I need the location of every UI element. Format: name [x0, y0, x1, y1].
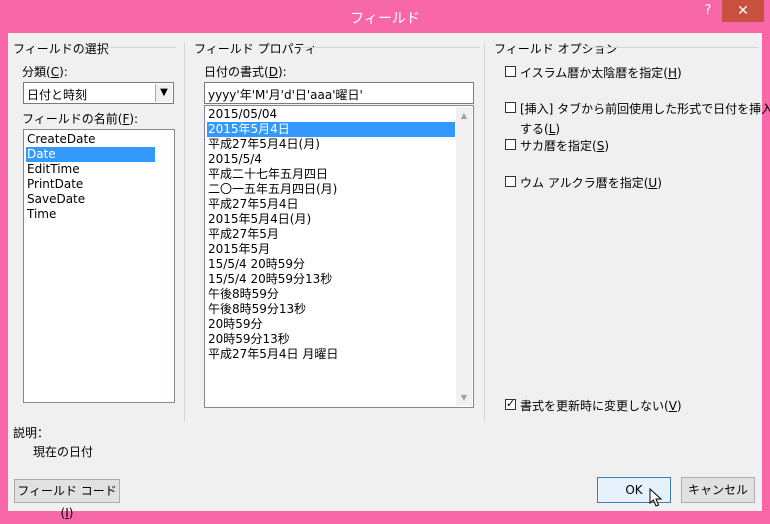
insert-tab-format-label[interactable]: [挿入] タブから前回使用した形式で日付を挿入 する(L) — [520, 100, 770, 137]
date-format-value: yyyy'年'M'月'd'日'aaa'曜日' — [208, 88, 363, 102]
format-list-scrollbar[interactable]: ▲ ▼ — [456, 107, 472, 406]
section-divider-left — [184, 43, 185, 421]
date-format-input[interactable]: yyyy'年'M'月'd'日'aaa'曜日' — [204, 82, 474, 104]
chevron-down-icon[interactable]: ▼ — [155, 84, 172, 102]
help-button[interactable]: ? — [694, 0, 722, 22]
category-selected-value: 日付と時刻 — [27, 88, 88, 102]
format-item[interactable]: 20時59分 — [207, 317, 263, 332]
category-label: 分類(C): — [22, 65, 68, 79]
scroll-down-icon[interactable]: ▼ — [456, 389, 472, 406]
scroll-up-icon[interactable]: ▲ — [456, 107, 472, 124]
umm-al-qura-checkbox[interactable] — [505, 176, 516, 187]
field-dialog: フィールド ? ✕ フィールドの選択 分類(C): 日付と時刻 ▼ フィールドの… — [0, 0, 770, 520]
field-code-button[interactable]: フィールド コード(I) — [14, 479, 120, 520]
umm-al-qura-label[interactable]: ウム アルクラ暦を指定(U) — [520, 174, 662, 191]
field-options-divider — [588, 47, 758, 48]
format-item[interactable]: 2015/5/4 — [207, 152, 262, 167]
format-item[interactable]: 15/5/4 20時59分13秒 — [207, 272, 332, 287]
field-select-divider — [104, 47, 176, 48]
close-button[interactable]: ✕ — [722, 0, 764, 22]
preserve-format-checkbox[interactable] — [505, 397, 516, 410]
format-item[interactable]: 平成27年5月4日 月曜日 — [207, 347, 338, 362]
cancel-button[interactable]: キャンセル — [681, 477, 755, 503]
date-format-list[interactable]: 2015/05/04 2015年5月4日 平成27年5月4日(月) 2015/5… — [204, 105, 474, 408]
format-item[interactable]: 20時59分13秒 — [207, 332, 290, 347]
description-text: 現在の日付 — [33, 445, 94, 459]
field-name-item-savedate[interactable]: SaveDate — [26, 192, 85, 207]
field-select-group-title: フィールドの選択 — [13, 42, 109, 56]
category-select[interactable]: 日付と時刻 ▼ — [23, 82, 174, 104]
saka-calendar-label[interactable]: サカ暦を指定(S) — [520, 137, 609, 154]
field-name-item-edittime[interactable]: EditTime — [26, 162, 80, 177]
field-names-list[interactable]: CreateDate Date EditTime PrintDate SaveD… — [23, 129, 175, 403]
format-item[interactable]: 平成27年5月4日(月) — [207, 137, 320, 152]
field-name-item-createdate[interactable]: CreateDate — [26, 132, 96, 147]
format-item[interactable]: 2015年5月4日(月) — [207, 212, 311, 227]
format-item[interactable]: 2015年5月 — [207, 242, 270, 257]
field-properties-group-title: フィールド プロパティ — [194, 42, 317, 56]
field-names-label: フィールドの名前(F): — [22, 112, 139, 126]
hijri-lunar-label[interactable]: イスラム暦か太陰暦を指定(H) — [520, 64, 682, 81]
field-properties-divider — [300, 47, 480, 48]
field-options-group-title: フィールド オプション — [494, 42, 618, 56]
format-item[interactable]: 15/5/4 20時59分 — [207, 257, 305, 272]
format-item[interactable]: 平成27年5月 — [207, 227, 279, 242]
hijri-lunar-checkbox[interactable] — [505, 66, 516, 77]
insert-tab-format-checkbox[interactable] — [505, 102, 516, 113]
field-name-item-time[interactable]: Time — [26, 207, 56, 222]
description-label: 説明： — [13, 426, 50, 440]
format-item-selected[interactable]: 2015年5月4日 — [207, 122, 455, 137]
format-item[interactable]: 2015/05/04 — [207, 107, 277, 122]
title-bar[interactable]: フィールド ? ✕ — [0, 0, 770, 33]
section-divider-right — [484, 43, 485, 421]
format-item[interactable]: 平成27年5月4日 — [207, 197, 299, 212]
dialog-title: フィールド — [350, 11, 420, 27]
saka-calendar-checkbox[interactable] — [505, 139, 516, 150]
field-name-item-date[interactable]: Date — [26, 147, 155, 162]
date-format-label: 日付の書式(D): — [204, 65, 287, 79]
field-name-item-printdate[interactable]: PrintDate — [26, 177, 83, 192]
format-item[interactable]: 午後8時59分 — [207, 287, 279, 302]
format-item[interactable]: 平成二十七年五月四日 — [207, 167, 328, 182]
preserve-format-label[interactable]: 書式を更新時に変更しない(V) — [520, 397, 682, 414]
mouse-cursor-icon — [649, 487, 663, 512]
format-item[interactable]: 午後8時59分13秒 — [207, 302, 306, 317]
dialog-client-area: フィールドの選択 分類(C): 日付と時刻 ▼ フィールドの名前(F): Cre… — [8, 33, 770, 520]
format-item[interactable]: 二〇一五年五月四日(月) — [207, 182, 337, 197]
